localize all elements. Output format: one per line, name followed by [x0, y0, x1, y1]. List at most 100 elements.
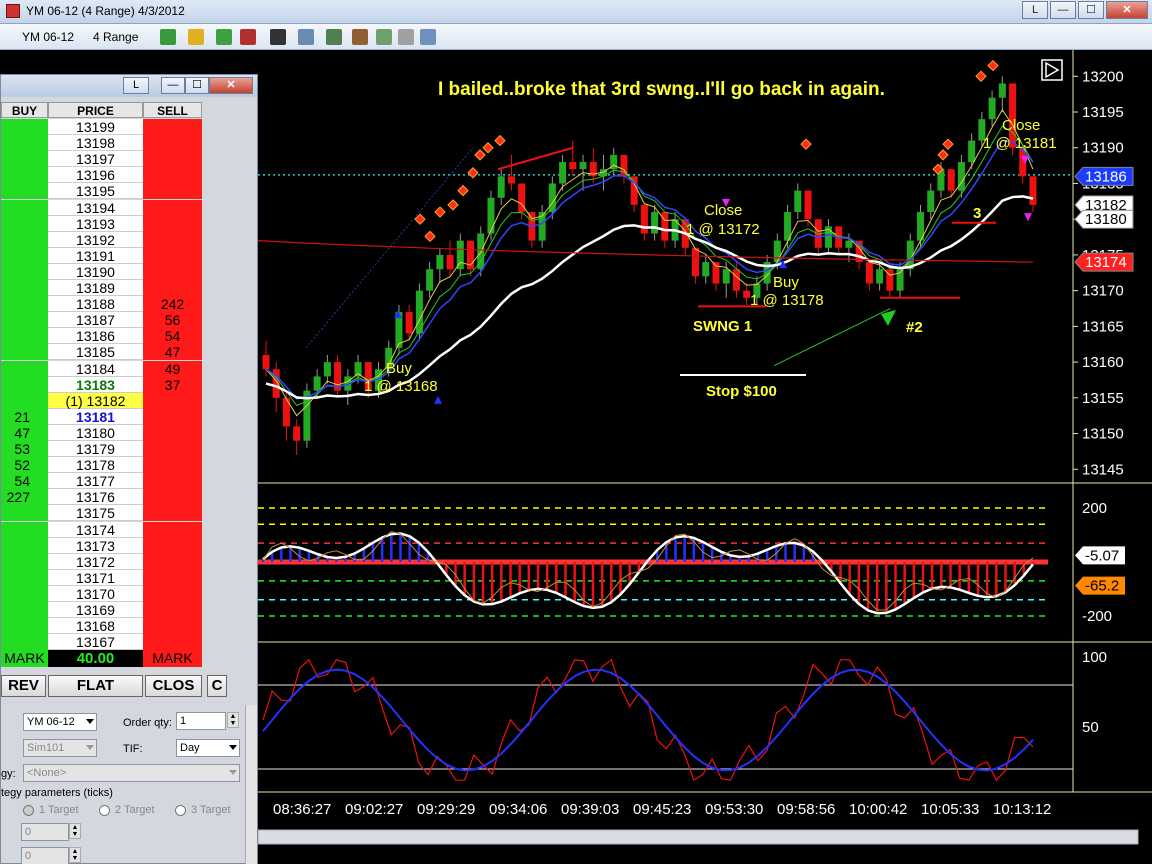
close-position-button[interactable]: CLOS: [145, 675, 202, 697]
param1-input[interactable]: 0: [21, 823, 69, 841]
instrument-dropdown[interactable]: YM 06-12: [23, 713, 97, 731]
horizontal-scrollbar[interactable]: [258, 829, 1139, 845]
ask-size-cell[interactable]: 37: [143, 376, 202, 393]
ask-size-cell[interactable]: [143, 247, 202, 264]
bid-size-cell[interactable]: [1, 360, 48, 377]
ask-size-cell[interactable]: [143, 151, 202, 168]
ask-size-cell[interactable]: 242: [143, 296, 202, 313]
ladder-row[interactable]: 13183 37: [1, 376, 202, 393]
bid-size-cell[interactable]: [1, 569, 48, 586]
bid-size-cell[interactable]: [1, 585, 48, 602]
period-selector[interactable]: 4 Range: [93, 28, 138, 46]
bid-size-cell[interactable]: [1, 618, 48, 635]
target1-radio[interactable]: [23, 805, 34, 816]
ladder-row[interactable]: 13184 49: [1, 360, 202, 377]
data-box-icon[interactable]: [376, 29, 392, 45]
bid-size-cell[interactable]: [1, 521, 48, 538]
ask-size-cell[interactable]: 56: [143, 312, 202, 329]
bid-size-cell[interactable]: [1, 537, 48, 554]
instrument-selector[interactable]: YM 06-12: [22, 28, 74, 46]
ladder-row[interactable]: (1) 13182: [1, 392, 202, 409]
bid-size-cell[interactable]: 21: [1, 408, 48, 425]
ladder-row[interactable]: 13170: [1, 585, 202, 602]
bid-size-cell[interactable]: 47: [1, 424, 48, 441]
indicators-icon[interactable]: [326, 29, 342, 45]
ask-size-cell[interactable]: [143, 263, 202, 280]
flatten-button[interactable]: FLAT: [48, 675, 143, 697]
c-button[interactable]: C: [207, 675, 227, 697]
layout-icon[interactable]: [420, 29, 436, 45]
bid-size-cell[interactable]: 54: [1, 473, 48, 490]
ask-size-cell[interactable]: [143, 199, 202, 216]
ask-size-cell[interactable]: [143, 392, 202, 409]
bid-size-cell[interactable]: [1, 392, 48, 409]
ladder-row[interactable]: 13193: [1, 215, 202, 232]
ask-size-cell[interactable]: [143, 569, 202, 586]
bid-size-cell[interactable]: [1, 135, 48, 152]
crosshair-icon[interactable]: [270, 29, 286, 45]
ladder-row[interactable]: 47 13180: [1, 424, 202, 441]
ladder-row[interactable]: 13190: [1, 263, 202, 280]
ladder-row[interactable]: 13173: [1, 537, 202, 554]
ask-size-cell[interactable]: [143, 553, 202, 570]
ladder-row[interactable]: 13194: [1, 199, 202, 216]
bid-size-cell[interactable]: 227: [1, 489, 48, 506]
tif-dropdown[interactable]: Day: [176, 739, 240, 757]
pencil-icon[interactable]: [188, 29, 204, 45]
strategy-dropdown[interactable]: <None>: [23, 764, 240, 782]
bid-size-cell[interactable]: [1, 199, 48, 216]
ask-size-cell[interactable]: [143, 183, 202, 200]
bid-size-cell[interactable]: [1, 280, 48, 296]
bid-size-cell[interactable]: [1, 553, 48, 570]
magnify-icon[interactable]: [298, 29, 314, 45]
bid-size-cell[interactable]: [1, 602, 48, 618]
ask-size-cell[interactable]: [143, 167, 202, 184]
ladder-row[interactable]: 13167: [1, 634, 202, 651]
bid-size-cell[interactable]: [1, 263, 48, 280]
ask-size-cell[interactable]: [143, 473, 202, 490]
bid-size-cell[interactable]: [1, 344, 48, 361]
bid-size-cell[interactable]: [1, 215, 48, 232]
dom-minimize-button[interactable]: —: [161, 77, 185, 94]
bid-size-cell[interactable]: 52: [1, 457, 48, 474]
buy-mark-button[interactable]: MARK: [1, 650, 48, 667]
zoom-out-icon[interactable]: [240, 29, 256, 45]
dom-maximize-button[interactable]: ☐: [185, 77, 209, 94]
reverse-button[interactable]: REV: [1, 675, 46, 697]
bid-size-cell[interactable]: [1, 151, 48, 168]
properties-icon[interactable]: [398, 29, 414, 45]
bid-size-cell[interactable]: [1, 119, 48, 135]
target2-radio[interactable]: [99, 805, 110, 816]
target3-radio[interactable]: [175, 805, 186, 816]
qty-spinner-icon[interactable]: ▲ ▼: [227, 712, 239, 728]
ladder-row[interactable]: 21 13181: [1, 408, 202, 425]
bid-size-cell[interactable]: [1, 231, 48, 248]
ladder-row[interactable]: 13187 56: [1, 312, 202, 329]
ask-size-cell[interactable]: [143, 408, 202, 425]
ladder-row[interactable]: 13188 242: [1, 296, 202, 313]
panel-scrollbar[interactable]: [245, 705, 257, 864]
close-button[interactable]: ✕: [1106, 1, 1148, 19]
minimize-button[interactable]: —: [1050, 1, 1076, 19]
bid-size-cell[interactable]: [1, 296, 48, 313]
account-dropdown[interactable]: Sim101: [23, 739, 97, 757]
ladder-row[interactable]: 13175: [1, 505, 202, 522]
strategy-icon[interactable]: [352, 29, 368, 45]
link-button[interactable]: L: [1022, 1, 1048, 19]
ask-size-cell[interactable]: [143, 585, 202, 602]
bid-size-cell[interactable]: [1, 634, 48, 651]
ladder-row[interactable]: 13171: [1, 569, 202, 586]
ask-size-cell[interactable]: [143, 135, 202, 152]
ask-size-cell[interactable]: [143, 521, 202, 538]
param2-spinner-icon[interactable]: ▲ ▼: [69, 847, 81, 863]
ladder-row[interactable]: 52 13178: [1, 457, 202, 474]
bid-size-cell[interactable]: [1, 247, 48, 264]
bid-size-cell[interactable]: 53: [1, 441, 48, 457]
ask-size-cell[interactable]: [143, 634, 202, 651]
ask-size-cell[interactable]: [143, 505, 202, 522]
bar-type-icon[interactable]: [160, 29, 176, 45]
bid-size-cell[interactable]: [1, 312, 48, 329]
ladder-row[interactable]: 13169: [1, 602, 202, 618]
ladder-row[interactable]: 13168: [1, 618, 202, 635]
ask-size-cell[interactable]: [143, 537, 202, 554]
